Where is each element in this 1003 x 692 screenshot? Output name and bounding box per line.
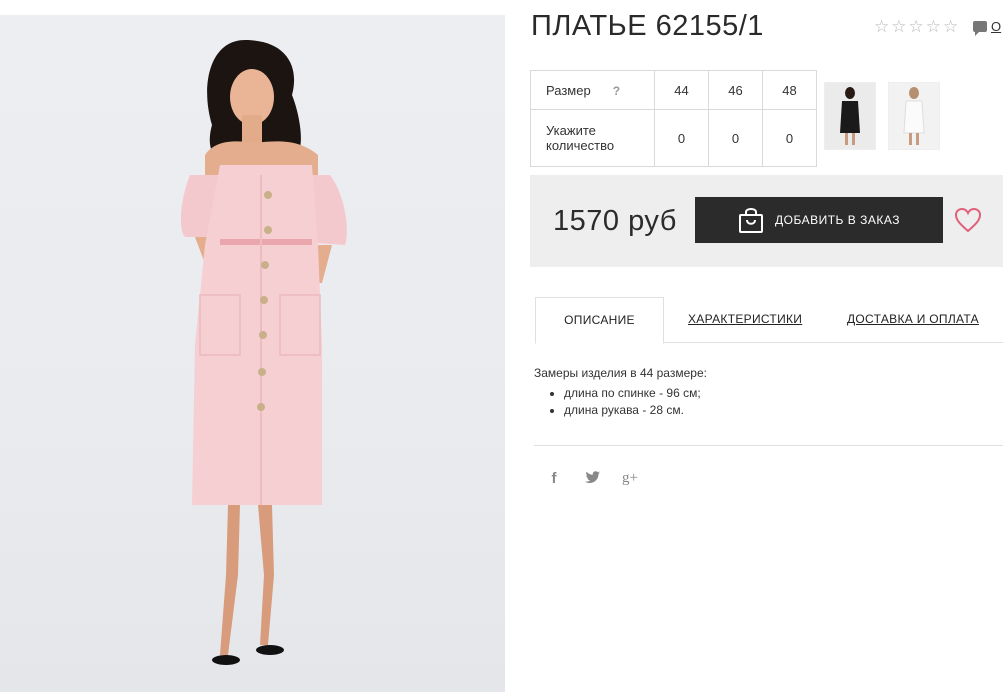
comments-link-text[interactable]: О [991,19,1001,34]
rating-stars[interactable]: ☆ ☆ ☆ ☆ ☆ [874,18,958,36]
twitter-icon[interactable] [584,470,600,487]
google-plus-icon[interactable]: g+ [622,470,638,487]
quantity-input-46[interactable]: 0 [708,109,763,167]
star-icon[interactable]: ☆ [874,18,889,36]
wishlist-heart-icon[interactable] [954,207,982,233]
product-tabs: ОПИСАНИЕ ХАРАКТЕРИСТИКИ ДОСТАВКА И ОПЛАТ… [535,297,1003,344]
measurements-list: длина по спинке - 96 см; длина рукава - … [534,386,707,418]
size-label: Размер [546,82,591,98]
quantity-row: Укажите количество 0 0 0 [530,109,817,167]
comments-link[interactable]: О [973,19,1001,36]
star-icon[interactable]: ☆ [891,18,906,36]
list-item: длина по спинке - 96 см; [564,386,707,401]
size-row: Размер? 44 46 48 [530,70,817,110]
section-divider [534,445,1003,446]
product-price: 1570 руб [553,205,677,237]
comment-icon [973,21,987,36]
list-item: длина рукава - 28 см. [564,403,707,418]
variant-thumbnail-black[interactable] [824,82,876,150]
star-icon[interactable]: ☆ [926,18,941,36]
product-title: ПЛАТЬЕ 62155/1 [531,10,764,42]
variant-thumbnail-white[interactable] [888,82,940,150]
size-46: 46 [708,70,763,110]
color-variants [824,82,940,150]
tab-delivery-payment[interactable]: ДОСТАВКА И ОПЛАТА [847,297,979,342]
twitter-bird-glyph [584,471,600,483]
black-dress-thumbnail-image [840,87,860,145]
quantity-label: Укажите количество [530,109,655,167]
tab-characteristics[interactable]: ХАРАКТЕРИСТИКИ [688,297,802,342]
star-icon[interactable]: ☆ [943,18,958,36]
white-dress-thumbnail-image [903,87,925,145]
buy-panel: 1570 руб ДОБАВИТЬ В ЗАКАЗ [530,175,1003,267]
description-intro: Замеры изделия в 44 размере: [534,366,707,380]
size-header-cell: Размер? [530,70,655,110]
quantity-input-48[interactable]: 0 [762,109,817,167]
facebook-icon[interactable]: f [546,470,562,487]
add-to-order-label: ДОБАВИТЬ В ЗАКАЗ [775,213,900,227]
size-quantity-table: Размер? 44 46 48 Укажите количество 0 0 … [530,70,817,167]
quantity-input-44[interactable]: 0 [654,109,709,167]
size-48: 48 [762,70,817,110]
model-in-dress-illustration [180,40,347,665]
social-share: f g+ [546,470,638,487]
tab-description[interactable]: ОПИСАНИЕ [535,297,664,344]
product-main-photo[interactable] [0,15,505,692]
size-44: 44 [654,70,709,110]
size-help-icon[interactable]: ? [613,84,620,98]
description-content: Замеры изделия в 44 размере: длина по сп… [534,366,707,420]
add-to-order-button[interactable]: ДОБАВИТЬ В ЗАКАЗ [695,197,943,243]
shopping-bag-icon [739,208,763,233]
star-icon[interactable]: ☆ [909,18,924,36]
